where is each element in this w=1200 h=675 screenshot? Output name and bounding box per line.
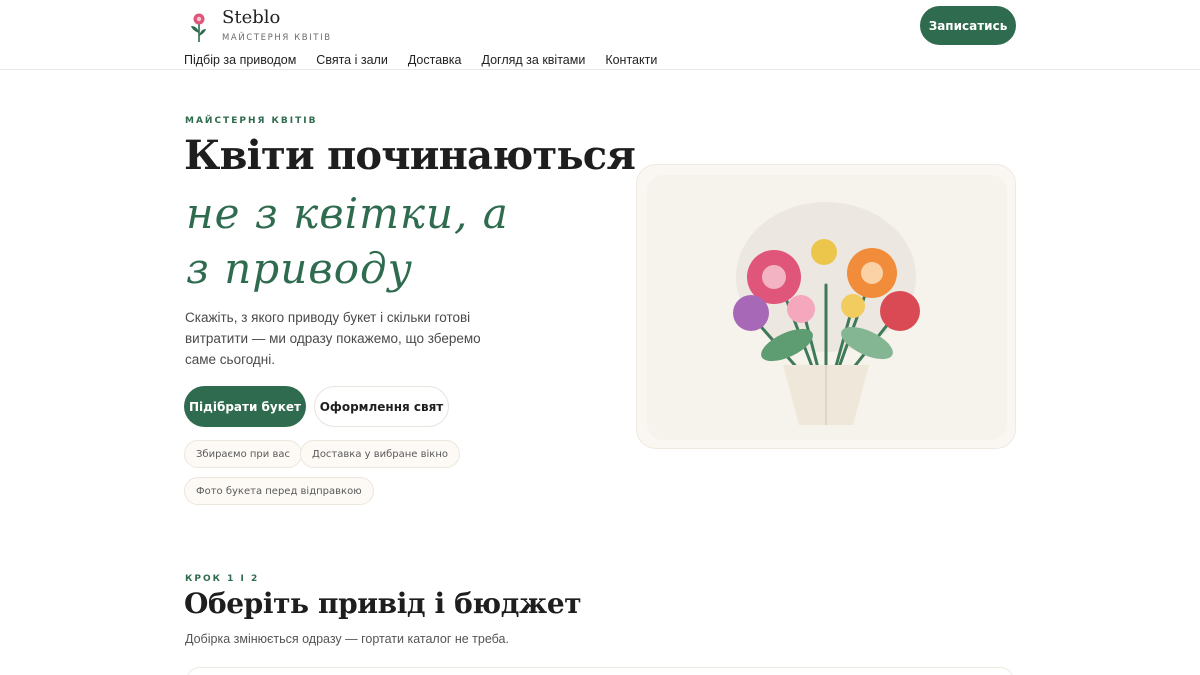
step-description: Добірка змінюється одразу — гортати ката… xyxy=(185,632,509,646)
nav-item-contacts[interactable]: Контакти xyxy=(605,52,657,68)
brand-name: Steblo xyxy=(222,7,281,28)
flower-yellow-top xyxy=(811,239,837,265)
brand-tagline: МАЙСТЕРНЯ КВІТІВ xyxy=(222,33,332,43)
nav-item-care[interactable]: Догляд за квітами xyxy=(482,52,586,68)
hero-script-line-1: не з квітки, а xyxy=(186,189,509,238)
nav-item-holidays[interactable]: Свята і зали xyxy=(316,52,388,68)
hero-title: Квіти починаються xyxy=(184,132,636,179)
bouquet-illustration xyxy=(647,175,1007,440)
brand-logo[interactable]: Steblo МАЙСТЕРНЯ КВІТІВ xyxy=(188,9,332,43)
flower-purple xyxy=(733,295,769,331)
step-title: Оберіть привід і бюджет xyxy=(184,587,582,620)
bouquet-illustration-card xyxy=(636,164,1016,449)
page: Steblo МАЙСТЕРНЯ КВІТІВ Записатись Підбі… xyxy=(0,0,1200,675)
flower-light-pink xyxy=(787,295,815,323)
main-nav: Підбір за приводом Свята і зали Доставка… xyxy=(184,52,657,68)
flower-logo-icon xyxy=(191,13,206,42)
occasion-budget-panel xyxy=(186,667,1014,675)
flower-red xyxy=(880,291,920,331)
feature-chip-photo: Фото букета перед відправкою xyxy=(184,477,374,505)
hero-script-line-2: з приводу xyxy=(186,244,413,293)
nav-item-delivery[interactable]: Доставка xyxy=(408,52,462,68)
feature-chip-delivery: Доставка у вибране вікно xyxy=(300,440,460,468)
hero-eyebrow: МАЙСТЕРНЯ КВІТІВ xyxy=(185,116,318,126)
holiday-decor-button[interactable]: Оформлення свят xyxy=(314,386,449,427)
flower-yellow-small xyxy=(841,294,865,318)
nav-item-occasion[interactable]: Підбір за приводом xyxy=(184,52,296,68)
site-header: Steblo МАЙСТЕРНЯ КВІТІВ Записатись Підбі… xyxy=(0,0,1200,70)
hero-script-title: не з квітки, а з приводу xyxy=(186,186,606,296)
signup-button[interactable]: Записатись xyxy=(920,6,1016,45)
pick-bouquet-button[interactable]: Підібрати букет xyxy=(184,386,306,427)
hero-description: Скажіть, з якого приводу букет і скільки… xyxy=(185,310,481,367)
step-eyebrow: КРОК 1 І 2 xyxy=(185,574,260,584)
feature-chip-assemble: Збираємо при вас xyxy=(184,440,302,468)
